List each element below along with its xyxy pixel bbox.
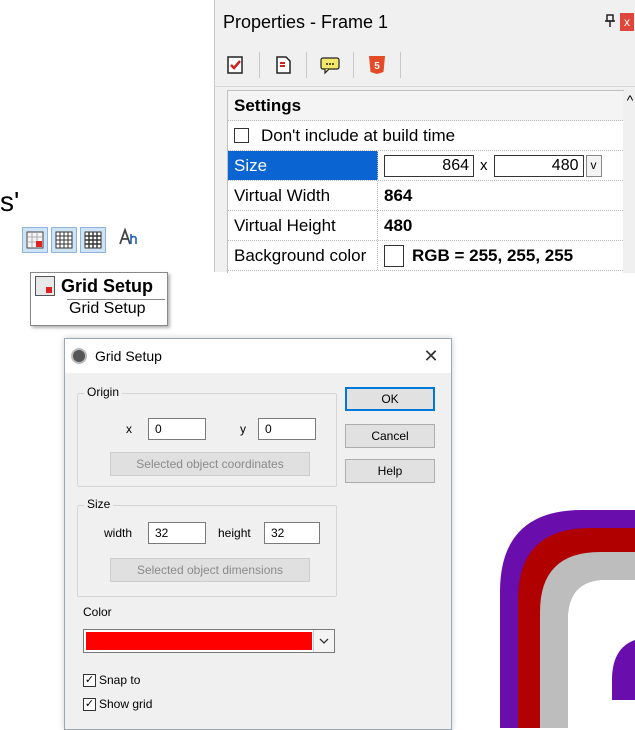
size-row[interactable]: Size 864 x 480 v bbox=[228, 151, 623, 181]
grid-toolbar bbox=[22, 226, 139, 254]
size-dropdown-button[interactable]: v bbox=[585, 154, 602, 177]
size-value: 864 x 480 v bbox=[378, 151, 623, 180]
toolbar-separator bbox=[259, 52, 260, 78]
origin-group: Origin x 0 y 0 Selected object coordinat… bbox=[77, 385, 337, 487]
snap-to-label: Snap to bbox=[99, 673, 141, 687]
properties-toolbar: 5 bbox=[215, 44, 635, 87]
width-label: width bbox=[104, 526, 133, 540]
color-swatch bbox=[86, 632, 312, 650]
background-color-swatch[interactable] bbox=[384, 244, 404, 267]
snap-to-checkbox[interactable]: ✓ Snap to bbox=[83, 673, 140, 687]
show-grid-checkbox[interactable]: ✓ Show grid bbox=[83, 697, 152, 711]
size-separator: x bbox=[480, 157, 488, 174]
background-color-text: RGB = 255, 255, 255 bbox=[412, 245, 574, 265]
properties-panel: Properties - Frame 1 x 5 ^ Settings Don'… bbox=[214, 0, 635, 273]
origin-y-label: y bbox=[240, 422, 246, 436]
size-group-label: Size bbox=[84, 497, 114, 511]
origin-y-input[interactable]: 0 bbox=[258, 418, 316, 440]
svg-text:5: 5 bbox=[374, 61, 380, 72]
html5-icon[interactable]: 5 bbox=[364, 52, 390, 78]
exclude-build-row: Don't include at build time bbox=[228, 121, 623, 151]
selected-dimensions-button[interactable]: Selected object dimensions bbox=[110, 558, 310, 582]
help-button[interactable]: Help bbox=[345, 459, 435, 483]
partial-text: s' bbox=[0, 186, 20, 217]
chevron-down-icon[interactable] bbox=[313, 630, 334, 652]
grid-setup-dialog: Grid Setup ✕ Origin x 0 y 0 Selected obj… bbox=[64, 338, 452, 730]
virtual-width-value[interactable]: 864 bbox=[378, 181, 623, 210]
toolbar-separator bbox=[306, 52, 307, 78]
properties-titlebar: Properties - Frame 1 x bbox=[215, 0, 635, 44]
size-height-input[interactable]: 480 bbox=[493, 154, 584, 177]
color-dropdown[interactable] bbox=[83, 629, 335, 653]
virtual-height-row[interactable]: Virtual Height 480 bbox=[228, 211, 623, 241]
virtual-height-label: Virtual Height bbox=[228, 211, 378, 240]
height-input[interactable]: 32 bbox=[264, 522, 320, 544]
origin-x-label: x bbox=[126, 422, 132, 436]
width-input[interactable]: 32 bbox=[148, 522, 206, 544]
size-group: Size width 32 height 32 Selected object … bbox=[77, 497, 337, 597]
dialog-title: Grid Setup bbox=[95, 348, 162, 364]
app-icon bbox=[71, 348, 87, 364]
tooltip-title: Grid Setup bbox=[61, 275, 154, 296]
origin-group-label: Origin bbox=[84, 385, 123, 399]
size-width-input[interactable]: 864 bbox=[384, 154, 474, 177]
ok-button[interactable]: OK bbox=[345, 387, 435, 411]
show-grid-label: Show grid bbox=[99, 697, 153, 711]
red-arc bbox=[518, 528, 635, 728]
purple-arc bbox=[500, 510, 635, 728]
virtual-width-row[interactable]: Virtual Width 864 bbox=[228, 181, 623, 211]
gray-arc bbox=[540, 552, 635, 728]
tooltip-item[interactable]: Grid Setup bbox=[31, 273, 167, 299]
origin-x-input[interactable]: 0 bbox=[148, 418, 206, 440]
show-grid-check-icon[interactable]: ✓ bbox=[83, 697, 96, 711]
snap-to-check-icon[interactable]: ✓ bbox=[83, 673, 96, 687]
grid-setup-tooltip: Grid Setup Grid Setup bbox=[30, 272, 168, 326]
height-label: height bbox=[218, 526, 251, 540]
comment-icon[interactable] bbox=[317, 52, 343, 78]
grid-setup-icon bbox=[35, 276, 55, 296]
show-grid-icon[interactable] bbox=[51, 227, 77, 253]
settings-section: Settings bbox=[228, 91, 623, 121]
properties-icon[interactable] bbox=[223, 52, 249, 78]
dialog-titlebar: Grid Setup ✕ bbox=[65, 339, 451, 373]
grid-setup-icon[interactable] bbox=[22, 227, 48, 253]
purple-curl bbox=[612, 640, 635, 700]
scroll-up-icon[interactable]: ^ bbox=[623, 91, 635, 109]
text-tool-icon[interactable] bbox=[117, 226, 139, 254]
white-inner bbox=[568, 580, 635, 728]
size-label: Size bbox=[228, 151, 378, 180]
page-icon[interactable] bbox=[270, 52, 296, 78]
close-icon[interactable]: x bbox=[620, 13, 634, 31]
background-color-row[interactable]: Background color RGB = 255, 255, 255 bbox=[228, 241, 623, 271]
exclude-build-label: Don't include at build time bbox=[261, 125, 456, 145]
color-label: Color bbox=[83, 605, 112, 619]
background-color-label: Background color bbox=[228, 241, 378, 270]
cancel-button[interactable]: Cancel bbox=[345, 424, 435, 448]
tooltip-subtitle: Grid Setup bbox=[67, 299, 165, 318]
virtual-width-label: Virtual Width bbox=[228, 181, 378, 210]
property-grid: ^ Settings Don't include at build time S… bbox=[227, 90, 635, 273]
snap-grid-icon[interactable] bbox=[80, 227, 106, 253]
property-scrollbar[interactable]: ^ bbox=[623, 91, 635, 273]
toolbar-separator bbox=[353, 52, 354, 78]
close-icon[interactable]: ✕ bbox=[411, 346, 451, 367]
background-color-value[interactable]: RGB = 255, 255, 255 bbox=[378, 241, 623, 270]
properties-title: Properties - Frame 1 bbox=[223, 11, 389, 32]
pin-icon[interactable] bbox=[600, 13, 620, 31]
toolbar-separator bbox=[400, 52, 401, 78]
virtual-height-value[interactable]: 480 bbox=[378, 211, 623, 240]
exclude-build-checkbox[interactable] bbox=[234, 128, 249, 143]
selected-coordinates-button[interactable]: Selected object coordinates bbox=[110, 452, 310, 476]
